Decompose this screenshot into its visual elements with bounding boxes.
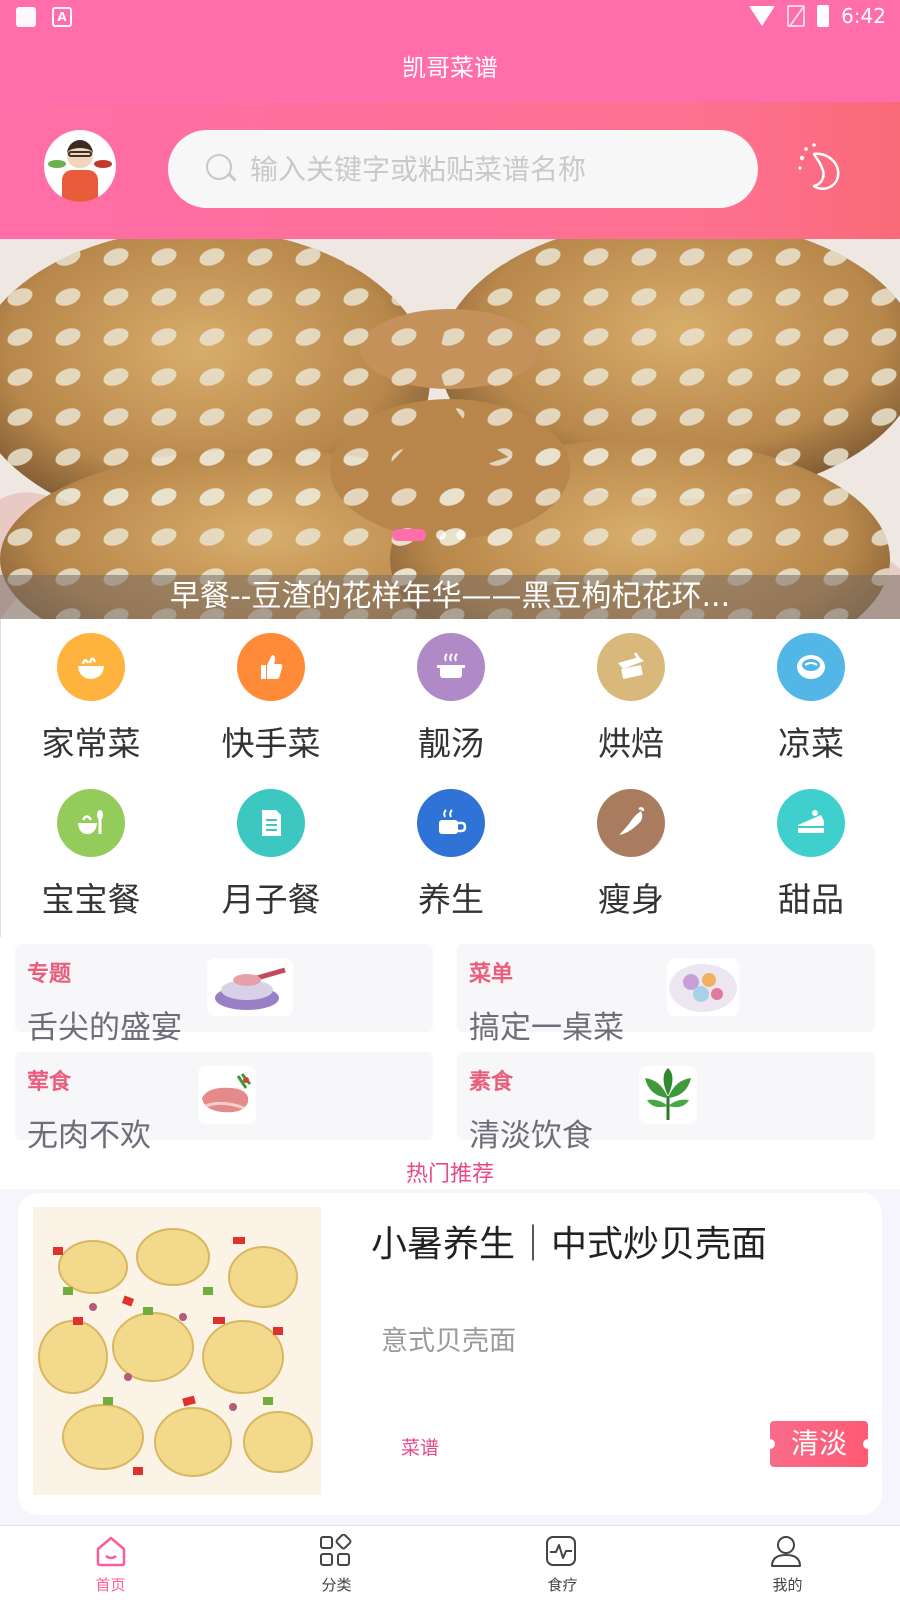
image-notification-icon (16, 7, 36, 27)
category-item[interactable]: 养生 (361, 789, 541, 939)
soup-pot-icon (417, 633, 485, 701)
topic-tag: 荤食 (27, 1070, 72, 1095)
topic-title: 搞定一桌菜 (469, 1010, 624, 1046)
category-item[interactable]: 甜品 (721, 789, 900, 939)
topic-card-feast[interactable]: 专题 舌尖的盛宴 (15, 944, 433, 1046)
moon-icon[interactable] (792, 140, 852, 200)
carousel-dot-active[interactable] (392, 529, 426, 541)
nav-category[interactable]: 分类 (225, 1526, 450, 1600)
topic-card-meat[interactable]: 荤食 无肉不欢 (15, 1052, 433, 1154)
topic-tag: 菜单 (469, 962, 514, 987)
recipe-subtitle: 意式贝壳面 (381, 1326, 516, 1357)
font-notification-icon: A (52, 7, 72, 27)
category-item[interactable]: 月子餐 (181, 789, 361, 939)
document-icon (237, 789, 305, 857)
recipe-type-label: 菜谱 (401, 1437, 440, 1459)
grid-icon (320, 1534, 352, 1566)
topic-title: 无肉不欢 (27, 1118, 151, 1154)
status-time: 6:42 (841, 4, 886, 28)
category-grid: 家常菜 快手菜 靓汤 烘焙 凉菜 宝宝餐 月子餐 养生 瘦身 甜品 (0, 619, 900, 937)
topic-card-veg[interactable]: 素食 清淡饮食 (457, 1052, 875, 1154)
carousel-dot[interactable] (436, 530, 446, 540)
rice-bowl-icon (57, 633, 125, 701)
app-screen: A 6:42 凯哥菜谱 输入关键字或粘贴菜谱名称 早餐--豆渣的花样年华——黑豆… (0, 0, 900, 1600)
nav-profile[interactable]: 我的 (675, 1526, 900, 1600)
search-input[interactable] (250, 130, 740, 208)
hot-drink-icon (417, 789, 485, 857)
recipe-tag[interactable]: 清淡 (765, 1421, 873, 1467)
topic-thumbnail (667, 958, 739, 1016)
category-item[interactable]: 瘦身 (541, 789, 721, 939)
recipe-card[interactable]: 小暑养生｜中式炒贝壳面 意式贝壳面 菜谱 清淡 (18, 1193, 882, 1515)
home-icon (96, 1536, 126, 1567)
status-bar: A 6:42 (0, 0, 900, 34)
topic-title: 舌尖的盛宴 (27, 1010, 182, 1046)
category-item[interactable]: 烘焙 (541, 633, 721, 783)
banner-image (0, 239, 900, 619)
search-header (0, 102, 900, 239)
category-item[interactable]: 快手菜 (181, 633, 361, 783)
category-item[interactable]: 靓汤 (361, 633, 541, 783)
heartbeat-icon (546, 1536, 576, 1566)
carousel-dot[interactable] (456, 530, 466, 540)
category-item[interactable]: 凉菜 (721, 633, 900, 783)
baby-food-icon (57, 789, 125, 857)
baking-icon (597, 633, 665, 701)
banner-carousel[interactable]: 早餐--豆渣的花样年华——黑豆枸杞花环... (0, 239, 900, 619)
chef-avatar-icon[interactable] (44, 130, 116, 202)
topic-card-menu[interactable]: 菜单 搞定一桌菜 (457, 944, 875, 1046)
banner-caption: 早餐--豆渣的花样年华——黑豆枸杞花环... (0, 575, 900, 619)
topic-tag: 素食 (469, 1070, 514, 1095)
topic-thumbnail (639, 1066, 697, 1124)
thumbs-up-icon (237, 633, 305, 701)
search-bar[interactable] (168, 130, 758, 208)
recipe-title: 小暑养生｜中式炒贝壳面 (371, 1224, 768, 1265)
user-icon (771, 1536, 801, 1567)
category-item[interactable]: 宝宝餐 (1, 789, 181, 939)
recipe-image (33, 1207, 321, 1495)
nav-therapy[interactable]: 食疗 (450, 1526, 675, 1600)
cold-dish-icon (777, 633, 845, 701)
app-title: 凯哥菜谱 (402, 54, 498, 82)
carousel-indicator (392, 529, 466, 541)
no-sim-icon (787, 5, 806, 27)
topic-title: 清淡饮食 (469, 1118, 593, 1154)
section-title-hot: 热门推荐 (405, 1162, 494, 1187)
app-bar: 凯哥菜谱 (0, 34, 900, 102)
topic-thumbnail (207, 958, 293, 1016)
chili-icon (597, 789, 665, 857)
wifi-icon (749, 6, 776, 26)
topic-thumbnail (198, 1066, 256, 1124)
nav-home[interactable]: 首页 (0, 1526, 225, 1600)
recommend-section: 小暑养生｜中式炒贝壳面 意式贝壳面 菜谱 清淡 (0, 1189, 900, 1525)
battery-icon (817, 5, 830, 27)
cake-icon (777, 789, 845, 857)
topic-tag: 专题 (27, 962, 72, 987)
bottom-nav: 首页 分类 食疗 我的 (0, 1525, 900, 1600)
category-item[interactable]: 家常菜 (1, 633, 181, 783)
search-icon (206, 154, 232, 180)
